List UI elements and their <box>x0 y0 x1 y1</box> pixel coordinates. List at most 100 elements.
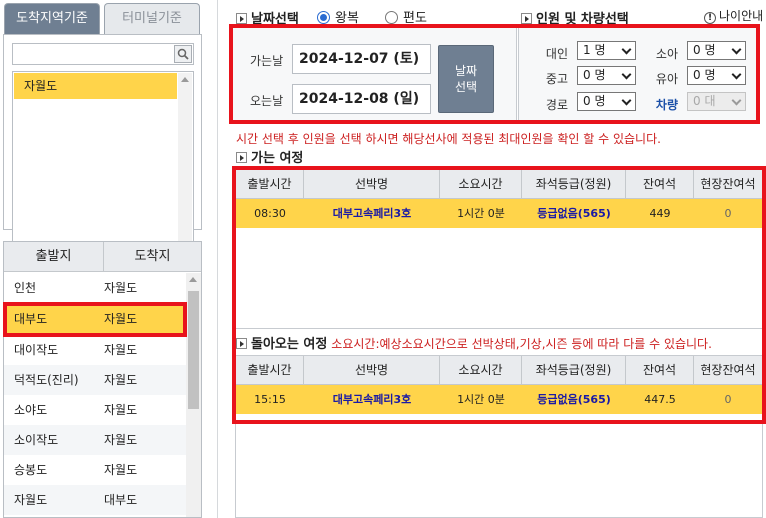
route-to: 자월도 <box>104 433 138 447</box>
return-title-row: 돌아오는 여정 소요시간:예상소요시간으로 선박상태,기상,시즌 등에 따라 다를… <box>236 333 712 352</box>
table-row[interactable]: 대이작도 자월도 <box>4 335 186 365</box>
infant-select[interactable]: 0 명 <box>687 66 746 85</box>
row-depart-time: 08:30 <box>254 207 286 220</box>
table-row[interactable]: 덕적도(진리) 자월도 <box>4 365 186 395</box>
radio-checked-icon[interactable] <box>317 11 330 24</box>
row-ship-name[interactable]: 대부고속페리3호 <box>304 199 440 228</box>
date-select-button[interactable]: 날짜 선택 <box>438 45 494 113</box>
list-item-destination[interactable]: 자월도 <box>14 73 177 99</box>
table-row[interactable]: 인천 자월도 <box>4 273 186 303</box>
header-seat-grade: 좌석등급(정원) <box>522 170 626 199</box>
duration-note: 소요시간:예상소요시간으로 선박상태,기상,시즌 등에 따라 다를 수 있습니다… <box>331 337 712 351</box>
row-duration: 1시간 0분 <box>457 393 505 406</box>
route-to: 자월도 <box>104 463 138 477</box>
header-onsite-remaining: 현장잔여석 <box>700 177 756 191</box>
header-depart-time: 출발시간 <box>236 170 304 199</box>
destination-panel: 자월도 <box>3 34 202 255</box>
route-to: 자월도 <box>104 281 138 295</box>
route-table-scrollbar[interactable] <box>186 273 201 517</box>
info-icon: ! <box>704 12 716 24</box>
header-departure: 출발지 <box>4 242 104 272</box>
header-onsite-remaining: 현장잔여석 <box>700 363 756 377</box>
depart-date-field[interactable]: 2024-12-07 (토) <box>292 44 431 74</box>
bullet-arrow-icon <box>236 13 247 24</box>
row-remaining: 447.5 <box>644 393 676 406</box>
infant-label: 유아 <box>655 72 678 86</box>
table-row[interactable]: 승봉도 자월도 <box>4 455 186 485</box>
return-date-field[interactable]: 2024-12-08 (일) <box>292 84 431 114</box>
header-duration: 소요시간 <box>440 356 522 385</box>
date-select-button-line1: 날짜 <box>454 64 478 78</box>
tab-terminal[interactable]: 터미널기준 <box>104 3 200 34</box>
route-from: 인천 <box>14 281 37 295</box>
tab-destination-region[interactable]: 도착지역기준 <box>4 3 100 34</box>
senior-select[interactable]: 0 명 <box>577 92 636 111</box>
search-icon <box>177 48 189 60</box>
route-table-header: 출발지 도착지 <box>4 242 201 272</box>
route-to: 자월도 <box>104 343 138 357</box>
child-select[interactable]: 0 명 <box>687 41 746 60</box>
radio-unchecked-icon[interactable] <box>385 11 398 24</box>
child-label: 소아 <box>655 47 678 61</box>
route-from: 대부도 <box>14 312 48 326</box>
scroll-up-icon[interactable] <box>189 277 197 282</box>
age-guide-link[interactable]: ! 나이안내 <box>704 7 763 24</box>
header-ship-name: 선박명 <box>304 170 440 199</box>
vehicle-select: 0 대 <box>687 92 746 111</box>
inbound-schedule-table: 출발시간 선박명 소요시간 좌석등급(정원) 잔여석 현장잔여석 15:15 대… <box>235 355 763 423</box>
date-select-button-line2: 선택 <box>454 80 478 94</box>
route-from: 소이작도 <box>14 433 59 447</box>
search-button[interactable] <box>174 45 192 63</box>
max-pax-notice: 시간 선택 후 인원을 선택 하시면 해당선사에 적용된 최대인원을 확인 할 … <box>236 132 661 146</box>
table-row[interactable]: 소야도 자월도 <box>4 395 186 425</box>
student-label: 중고 <box>545 72 568 86</box>
row-onsite-remaining: 0 <box>724 207 732 220</box>
student-select[interactable]: 0 명 <box>577 66 636 85</box>
header-remaining: 잔여석 <box>626 170 694 199</box>
table-row[interactable]: 자월도 대부도 <box>4 485 186 515</box>
header-arrival: 도착지 <box>134 249 171 264</box>
outbound-title: 가는 여정 <box>236 147 303 166</box>
inbound-table-header: 출발시간 선박명 소요시간 좌석등급(정원) 잔여석 현장잔여석 <box>236 356 762 385</box>
row-remaining: 449 <box>649 207 671 220</box>
bullet-arrow-icon <box>236 338 247 349</box>
row-seat-grade[interactable]: 등급없음(565) <box>522 199 626 228</box>
scroll-up-icon[interactable] <box>181 77 189 82</box>
route-from: 덕적도(진리) <box>14 373 79 387</box>
route-from: 대이작도 <box>14 343 59 357</box>
bullet-arrow-icon <box>236 152 247 163</box>
header-ship-name: 선박명 <box>304 356 440 385</box>
table-row-selected[interactable]: 대부도 자월도 <box>4 304 186 334</box>
destination-search-input[interactable] <box>13 44 173 64</box>
route-to: 자월도 <box>104 403 138 417</box>
row-duration: 1시간 0분 <box>457 207 505 220</box>
outbound-table-header: 출발시간 선박명 소요시간 좌석등급(정원) 잔여석 현장잔여석 <box>236 170 762 199</box>
route-to: 대부도 <box>104 493 138 507</box>
vehicle-label: 차량 <box>655 98 678 112</box>
destination-list: 자월도 <box>12 71 194 255</box>
bullet-arrow-icon <box>521 13 532 24</box>
route-table: 출발지 도착지 인천 자월도 대부도 자월도 대이작도 자월도 덕적도(진리) … <box>3 241 202 518</box>
route-to: 자월도 <box>104 373 138 387</box>
scrollbar-thumb[interactable] <box>188 291 199 409</box>
row-onsite-remaining: 0 <box>724 393 732 406</box>
table-row-inbound[interactable]: 15:15 대부고속페리3호 1시간 0분 등급없음(565) 447.5 0 <box>236 385 762 414</box>
adult-select[interactable]: 1 명 <box>577 41 636 60</box>
header-depart-time: 출발시간 <box>236 356 304 385</box>
return-title: 돌아오는 여정 <box>251 337 328 352</box>
row-seat-grade[interactable]: 등급없음(565) <box>522 385 626 414</box>
outbound-schedule-table: 출발시간 선박명 소요시간 좌석등급(정원) 잔여석 현장잔여석 08:30 대… <box>235 169 763 329</box>
panel-divider <box>217 0 218 518</box>
route-from: 소야도 <box>14 403 48 417</box>
table-row[interactable]: 소이작도 자월도 <box>4 425 186 455</box>
return-date-label: 오는날 <box>250 94 284 108</box>
destination-list-scrollbar[interactable] <box>178 73 192 253</box>
row-depart-time: 15:15 <box>254 393 286 406</box>
table-row-outbound[interactable]: 08:30 대부고속페리3호 1시간 0분 등급없음(565) 449 0 <box>236 199 762 228</box>
route-from: 승봉도 <box>14 463 48 477</box>
header-seat-grade: 좌석등급(정원) <box>522 356 626 385</box>
row-ship-name[interactable]: 대부고속페리3호 <box>304 385 440 414</box>
destination-search <box>12 43 194 65</box>
senior-label: 경로 <box>545 98 568 112</box>
adult-label: 대인 <box>545 47 568 61</box>
